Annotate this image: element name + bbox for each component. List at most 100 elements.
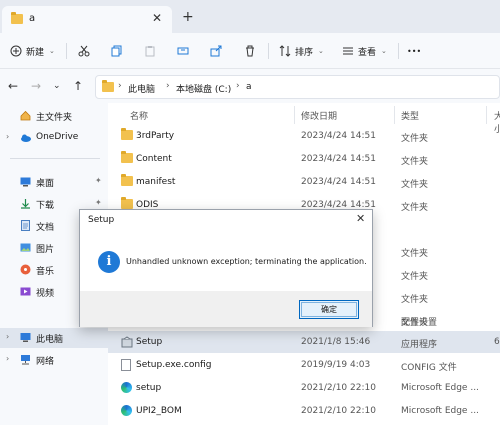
new-tab-button[interactable]: +	[182, 9, 194, 25]
file-size: 6	[494, 337, 500, 347]
file-name: Setup.exe.config	[136, 360, 212, 370]
breadcrumb-local-disk[interactable]: 本地磁盘 (C:)	[176, 82, 231, 95]
column-divider[interactable]	[486, 106, 487, 124]
more-options-button[interactable]: •••	[407, 43, 421, 59]
file-type: Microsoft Edge ...	[401, 383, 479, 393]
file-type: 应用程序	[401, 340, 438, 350]
file-name: 3rdParty	[136, 131, 175, 141]
sort-label: 排序	[295, 47, 314, 58]
chevron-down-icon: ⌄	[318, 47, 324, 55]
chevron-right-icon: ›	[6, 332, 10, 341]
sidebar-item-label: 此电脑	[36, 335, 64, 345]
file-date: 2021/2/10 22:10	[301, 406, 376, 416]
file-row-selected[interactable]: Setup 2021/1/8 15:46 应用程序 6	[108, 331, 500, 353]
setup-app-icon	[121, 336, 133, 351]
back-arrow-icon[interactable]: ←	[8, 79, 18, 93]
file-name: Content	[136, 154, 172, 164]
sort-button[interactable]: 排序 ⌄	[279, 43, 324, 59]
new-button[interactable]: 新建 ⌄	[10, 43, 55, 59]
tab-title: a	[29, 13, 36, 24]
dialog-title: Setup	[88, 215, 115, 225]
forward-arrow-icon[interactable]: →	[31, 79, 41, 93]
file-type: 文件夹	[401, 295, 429, 305]
file-row[interactable]: Setup.exe.config 2019/9/19 4:03 CONFIG 文…	[108, 354, 500, 376]
file-name: manifest	[136, 177, 176, 187]
file-date: 2023/4/24 14:51	[301, 154, 376, 164]
file-type: 文件夹	[401, 272, 429, 282]
dialog-close-button[interactable]: ✕	[356, 212, 365, 225]
music-icon	[20, 264, 31, 275]
file-date: 2023/4/24 14:51	[301, 131, 376, 141]
sidebar-item-label: 网络	[36, 357, 55, 367]
dialog-footer: 确定	[80, 291, 372, 327]
dialog-message: Unhandled unknown exception; terminating…	[126, 257, 367, 266]
view-list-icon	[343, 47, 353, 55]
folder-icon	[11, 12, 23, 24]
sidebar-item-home[interactable]: 主文件夹	[0, 106, 108, 126]
sidebar-item-label: 桌面	[36, 179, 55, 189]
pc-icon	[20, 332, 31, 343]
cut-button[interactable]	[78, 43, 90, 59]
file-row[interactable]: UPI2_BOM 2021/2/10 22:10 Microsoft Edge …	[108, 400, 500, 422]
file-type: 文件夹	[401, 249, 429, 259]
breadcrumb-a[interactable]: a	[246, 82, 252, 92]
delete-button[interactable]	[244, 43, 256, 59]
ok-button[interactable]: 确定	[299, 300, 359, 319]
address-box[interactable]: › 此电脑 › 本地磁盘 (C:) › a	[95, 75, 500, 99]
command-bar: 新建 ⌄ 排序 ⌄ 查看 ⌄ •••	[0, 33, 500, 69]
column-divider[interactable]	[294, 106, 295, 124]
file-row[interactable]: Content 2023/4/24 14:51 文件夹	[108, 148, 500, 170]
edge-icon	[121, 382, 132, 393]
trash-icon	[246, 45, 254, 57]
file-date: 2023/4/24 14:51	[301, 177, 376, 187]
sidebar-item-label: OneDrive	[36, 132, 79, 142]
breadcrumb-this-pc[interactable]: 此电脑	[128, 82, 155, 95]
file-row[interactable]: setup 2021/2/10 22:10 Microsoft Edge ...	[108, 377, 500, 399]
sidebar-item-desktop[interactable]: 桌面 ✦	[0, 172, 108, 192]
address-bar-row: ← → ⌄ ↑ › 此电脑 › 本地磁盘 (C:) › a	[0, 69, 500, 103]
pin-icon: ✦	[95, 176, 102, 185]
scissors-icon	[78, 45, 90, 57]
paste-button[interactable]	[144, 43, 156, 59]
chevron-down-icon: ⌄	[381, 47, 387, 55]
new-label: 新建	[26, 47, 45, 58]
file-date: 2021/2/10 22:10	[301, 383, 376, 393]
file-icon	[121, 359, 131, 371]
file-row[interactable]: 3rdParty 2023/4/24 14:51 文件夹	[108, 125, 500, 147]
cloud-icon	[20, 132, 31, 143]
folder-icon	[121, 151, 133, 163]
sidebar-divider	[10, 158, 100, 159]
sidebar-item-label: 下载	[36, 201, 55, 211]
sidebar-item-label: 文档	[36, 223, 55, 233]
tab-a[interactable]: a ✕	[2, 6, 172, 33]
sidebar-item-this-pc[interactable]: › 此电脑	[0, 328, 108, 348]
column-divider[interactable]	[394, 106, 395, 124]
rename-button[interactable]	[177, 43, 189, 59]
column-header-type[interactable]: 类型	[401, 109, 419, 122]
close-tab-button[interactable]: ✕	[152, 11, 162, 25]
folder-icon	[121, 197, 133, 209]
file-row[interactable]: manifest 2023/4/24 14:51 文件夹	[108, 171, 500, 193]
rename-icon	[177, 47, 189, 55]
up-arrow-icon[interactable]: ↑	[73, 79, 83, 93]
column-header-date[interactable]: 修改日期	[301, 109, 337, 122]
share-button[interactable]	[210, 43, 222, 59]
file-type: 文件夹	[401, 134, 429, 144]
home-icon	[20, 110, 31, 121]
error-dialog: Setup ✕ i Unhandled unknown exception; t…	[79, 209, 373, 327]
file-type: Microsoft Edge ...	[401, 406, 479, 416]
document-icon	[20, 220, 31, 231]
copy-button[interactable]	[111, 43, 123, 59]
column-header-name[interactable]: 名称	[130, 109, 148, 122]
chevron-right-icon: ›	[118, 81, 122, 91]
sidebar-item-network[interactable]: › 网络	[0, 350, 108, 370]
sidebar-item-onedrive[interactable]: › OneDrive	[0, 128, 108, 148]
copy-icon	[111, 45, 122, 57]
view-button[interactable]: 查看 ⌄	[342, 43, 387, 59]
folder-icon	[121, 174, 133, 186]
recent-locations-icon[interactable]: ⌄	[53, 81, 61, 91]
file-name: setup	[136, 383, 162, 393]
plus-circle-icon	[10, 45, 22, 57]
sidebar-item-label: 主文件夹	[36, 113, 73, 123]
chevron-down-icon: ⌄	[49, 47, 55, 55]
